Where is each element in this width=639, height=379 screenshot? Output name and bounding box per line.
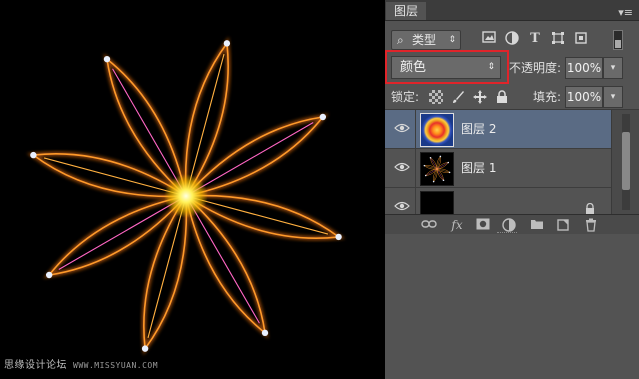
petal-tip-spark [45,271,53,279]
filter-kind-select[interactable]: ⌕ 类型 ⇕ [391,30,461,50]
opacity-field[interactable]: 100% [565,57,603,79]
lock-position-icon[interactable] [473,90,487,104]
link-layers-icon[interactable] [421,218,437,232]
search-icon: ⌕ [397,33,404,47]
lock-label: 锁定: [391,90,420,104]
scrollbar-thumb[interactable] [622,132,630,190]
blend-mode-select[interactable]: 颜色 ⇕ [391,56,501,79]
layer-lock-icon [585,200,595,214]
eye-icon[interactable] [393,200,411,214]
panel-tab-bar: 图层 ▾≡ [385,0,639,21]
petal-tip-spark [448,171,451,174]
smart-object-filter-icon[interactable] [573,31,589,47]
lock-paint-brush-icon[interactable] [451,90,465,104]
layer-name[interactable]: 图层 1 [461,160,496,176]
opacity-label: 不透明度: [509,61,562,75]
layer-name[interactable]: 图层 2 [461,121,496,137]
petal-tip-spark [335,233,342,241]
petal-tip-spark [439,155,442,158]
new-layer-icon[interactable] [555,218,571,232]
petal-vein [430,158,438,170]
petal-vein [426,168,438,176]
layer-list: 图层 2 图层 1 [385,110,611,214]
image-filter-icon[interactable] [481,31,497,47]
eye-icon[interactable] [393,161,411,175]
text-filter-icon[interactable]: T [527,31,543,47]
petal-vein [436,168,444,180]
panel-bottom-bar: fx [385,214,639,235]
trash-icon[interactable] [583,218,599,232]
layers-panel: 图层 ▾≡ ⌕ 类型 ⇕ T 颜色 ⇕ 不透明度: 100% ▾ 锁定: 填充:… [385,0,639,379]
fill-field[interactable]: 100% [565,86,603,108]
petal-tip-spark [429,156,432,159]
petal-tip-spark [261,329,269,337]
eye-icon[interactable] [393,122,411,136]
petal-tip-spark [423,164,426,167]
petal-tip-spark [432,180,435,183]
blend-mode-value: 颜色 [400,60,427,75]
petal-tip-spark [30,151,37,159]
shape-filter-icon[interactable] [550,31,566,47]
adjustment-filter-icon[interactable] [504,31,520,47]
layer-list-scrollbar[interactable] [611,110,639,214]
filter-kind-label: 类型 [412,33,437,47]
layer-thumbnail-black [420,191,454,214]
fx-icon[interactable]: fx [449,218,465,232]
watermark-text: 思缘设计论坛 [4,360,67,371]
tab-layers[interactable]: 图层 [386,2,426,20]
layer-thumbnail-radial [420,113,454,147]
layer-row-background[interactable] [385,188,611,214]
petal-vein [436,162,448,170]
petal-tip-spark [442,179,445,182]
petal-tip-spark [141,345,149,352]
chevron-updown-icon: ⇕ [487,62,495,72]
petal-tip-spark [319,113,327,121]
add-mask-icon[interactable] [475,218,491,232]
document-canvas[interactable]: 思缘设计论坛 WWW.MISSYUAN.COM [0,0,385,379]
fill-label: 填充: [533,90,562,104]
panel-menu-icon[interactable]: ▾≡ [618,6,633,19]
layer-thumbnail-flower [420,152,454,186]
watermark: 思缘设计论坛 WWW.MISSYUAN.COM [4,356,158,371]
opacity-slider-toggle[interactable]: ▾ [603,57,623,79]
chevron-updown-icon: ⇕ [448,35,456,45]
petal-tip-spark [223,40,231,47]
layer-row-1[interactable]: 图层 1 [385,149,611,188]
petal-tip-spark [447,161,450,164]
petal-tip-spark [103,55,111,63]
fill-slider-toggle[interactable]: ▾ [603,86,623,108]
filter-toggle-switch[interactable] [613,30,623,50]
lock-transparency-icon[interactable] [429,90,443,104]
petal-tip-spark [424,174,427,177]
layer-row-2[interactable]: 图层 2 [385,110,611,149]
new-group-folder-icon[interactable] [529,218,545,232]
lock-all-icon[interactable] [495,90,509,104]
glowing-flower-artwork [26,36,346,356]
adjustment-layer-icon[interactable] [501,218,517,232]
watermark-url: WWW.MISSYUAN.COM [73,361,159,370]
